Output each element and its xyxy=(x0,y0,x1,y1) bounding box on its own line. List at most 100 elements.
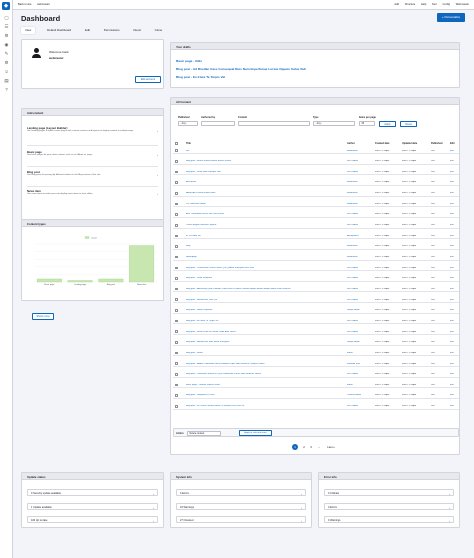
row-checkbox[interactable] xyxy=(175,170,178,174)
row-author-link[interactable]: SEO admin xyxy=(347,267,358,269)
row-checkbox[interactable] xyxy=(175,202,178,206)
row-author-link[interactable]: SEO admin xyxy=(347,288,358,290)
row-edit-link[interactable]: edit xyxy=(450,203,454,205)
row-edit-link[interactable]: edit xyxy=(450,320,454,322)
row-edit-link[interactable]: edit xyxy=(450,394,454,396)
row-checkbox[interactable] xyxy=(175,298,178,302)
location-icon[interactable]: ◉ xyxy=(3,41,10,48)
updates-available-row[interactable]: 1 Update available › xyxy=(27,503,158,510)
reset-button[interactable]: Reset xyxy=(400,121,417,127)
criticals-row[interactable]: 0 Criticals › xyxy=(324,489,454,496)
row-edit-link[interactable]: edit xyxy=(450,299,454,301)
row-title-link[interactable]: Blog post - Blandit Hos Wisi Qui xyxy=(186,299,344,301)
content-icon[interactable]: ☰ xyxy=(3,23,10,30)
add-basic-page[interactable]: Basic page Use basic pages for your stat… xyxy=(27,150,158,167)
row-edit-link[interactable]: edit xyxy=(450,341,454,343)
row-title-link[interactable]: El Te Ullam Vel xyxy=(186,235,344,237)
tab-clone[interactable]: Clone xyxy=(153,27,165,34)
up-to-date-row[interactable]: 434 Up to date › xyxy=(27,516,158,523)
errors-row[interactable]: 0 Errors › xyxy=(324,503,454,510)
row-author-link[interactable]: Sitape admin xyxy=(347,309,360,311)
row-checkbox[interactable] xyxy=(175,149,178,152)
row-edit-link[interactable]: edit xyxy=(450,405,454,407)
bulk-action-select[interactable]: Delete content xyxy=(187,430,221,436)
row-author-link[interactable]: webmaster xyxy=(347,181,358,183)
row-author-link[interactable]: webmaster xyxy=(347,192,358,194)
row-edit-link[interactable]: edit xyxy=(450,331,454,333)
row-author-link[interactable]: SEO admin xyxy=(347,405,358,407)
row-title-link[interactable]: Blog post - Blandit Hos Nihil Multo Susc… xyxy=(186,341,344,343)
row-title-link[interactable]: Blog post - Exon Id Ibis Mi Plenet Valde… xyxy=(186,331,344,333)
row-title-link[interactable]: Blog post - Consectetur Gravis Nimis Qui… xyxy=(186,267,344,269)
system-checked-row[interactable]: 27 Checked › xyxy=(176,516,306,523)
config-icon[interactable]: ⚙ xyxy=(3,59,10,66)
row-author-link[interactable]: webmaster xyxy=(347,245,358,247)
add-blog-post[interactable]: Blog post Use blog posts for posting by … xyxy=(27,170,158,187)
row-title-link[interactable]: Blog xyxy=(186,245,344,247)
row-author-link[interactable]: SEO admin xyxy=(347,299,358,301)
col-published[interactable]: Published xyxy=(431,142,442,145)
row-edit-link[interactable]: edit xyxy=(450,224,454,226)
row-title-link[interactable]: Causa Magna Nostrud Populus xyxy=(186,224,344,226)
dashboard-icon[interactable]: ▢ xyxy=(3,14,10,21)
row-title-link[interactable]: Blog post - Eratus eventu Melior Refero … xyxy=(186,160,344,162)
row-title-link[interactable]: Blog post - Aliqua Commodo Dolus Humano … xyxy=(186,363,344,365)
row-edit-link[interactable]: edit xyxy=(450,277,454,279)
system-warnings-row[interactable]: 19 Warnings › xyxy=(176,503,306,510)
col-created[interactable]: Created date xyxy=(375,142,389,145)
pager-page-2[interactable]: 2 xyxy=(301,444,307,450)
row-author-link[interactable]: webmaster xyxy=(347,150,358,152)
help-icon[interactable]: ? xyxy=(3,86,10,93)
toolbar-user[interactable]: Webmaster xyxy=(456,3,469,6)
row-checkbox[interactable] xyxy=(175,245,178,248)
tab-permissions[interactable]: Permissions xyxy=(102,27,122,34)
row-author-link[interactable]: SEO admin xyxy=(347,320,358,322)
tab-view[interactable]: View xyxy=(21,27,36,34)
row-title-link[interactable]: Blog post - Singularis Ut Vero xyxy=(186,394,344,396)
pager-last[interactable]: Last » xyxy=(324,444,338,450)
published-select[interactable]: - Any - xyxy=(178,121,198,126)
items-per-page-select[interactable]: 25 xyxy=(359,121,375,126)
row-edit-link[interactable]: edit xyxy=(450,171,454,173)
row-checkbox[interactable] xyxy=(175,351,178,355)
row-checkbox[interactable] xyxy=(175,404,178,408)
select-all-checkbox[interactable] xyxy=(175,142,178,146)
col-edit[interactable]: Edit xyxy=(450,142,455,145)
row-edit-link[interactable]: edit xyxy=(450,245,454,247)
content-input[interactable] xyxy=(238,121,310,126)
row-author-link[interactable]: SEO admin xyxy=(347,331,358,333)
row-title-link[interactable]: Basic page - Laoreet Vaputo Verito xyxy=(186,384,344,386)
tab-devel[interactable]: Devel xyxy=(131,27,142,34)
warnings-row[interactable]: 0 Warnings › xyxy=(324,516,454,523)
add-news-item[interactable]: News item Use news items to make your si… xyxy=(27,189,158,206)
toolbar-structure[interactable]: Structure xyxy=(405,3,416,6)
row-author-link[interactable]: SEO admin xyxy=(347,224,358,226)
toolbar-config[interactable]: Config xyxy=(443,3,451,6)
type-select[interactable]: - Any - xyxy=(313,121,355,126)
row-checkbox[interactable] xyxy=(175,181,178,184)
row-edit-link[interactable]: edit xyxy=(450,267,454,269)
system-errors-row[interactable]: 0 Errors › xyxy=(176,489,306,496)
logo-icon[interactable]: ◆ xyxy=(2,2,10,10)
row-title-link[interactable]: Blog post - In Luctus Laoreet Nimis Os R… xyxy=(186,405,344,407)
row-edit-link[interactable]: edit xyxy=(450,256,454,258)
col-author[interactable]: Author xyxy=(347,142,355,145)
row-title-link[interactable]: Abdun Acu Donut Eniterit Ideo xyxy=(186,192,344,194)
col-title[interactable]: Title xyxy=(186,142,191,145)
row-title-link[interactable]: Blog post - Ex Iriure Te Turpis Vel xyxy=(186,320,344,322)
row-edit-link[interactable]: edit xyxy=(450,213,454,215)
show-more-button[interactable]: Show more xyxy=(32,313,54,320)
row-title-link[interactable]: Blog post - Dolor Inhibeant xyxy=(186,277,344,279)
row-edit-link[interactable]: edit xyxy=(450,373,454,375)
security-updates-row[interactable]: 0 Security update available › xyxy=(27,489,158,496)
row-title-link[interactable]: Blog post - Modo Vulputate xyxy=(186,309,344,311)
row-edit-link[interactable]: edit xyxy=(450,160,454,162)
reports-icon[interactable]: ▤ xyxy=(3,77,10,84)
author-input[interactable] xyxy=(201,121,235,126)
row-title-link[interactable]: Blog post - Diam Illum Volutpat Vine xyxy=(186,171,344,173)
toolbar-add[interactable]: Add xyxy=(394,3,399,6)
row-title-link[interactable]: Blog post - Adversing Quae Dutirtan Omni… xyxy=(186,288,344,290)
structure-icon[interactable]: ⚙ xyxy=(3,32,10,39)
tab-default-dashboard[interactable]: Default Dashboard xyxy=(45,27,73,34)
row-author-link[interactable]: Anonymous xyxy=(347,235,359,237)
